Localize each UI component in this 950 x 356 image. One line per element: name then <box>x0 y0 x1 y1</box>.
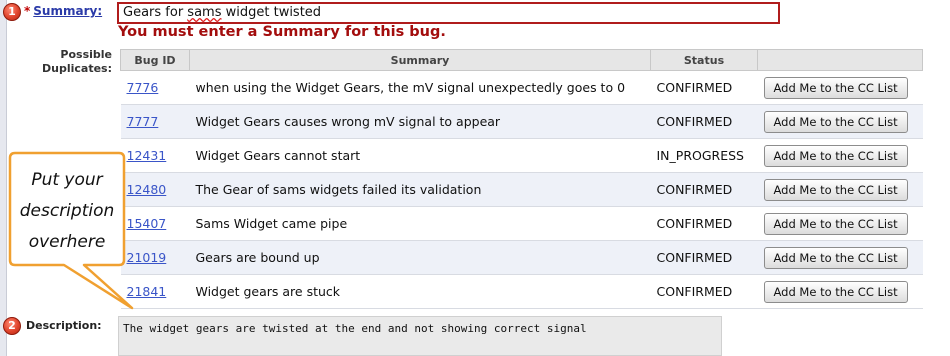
bug-id-cell: 7776 <box>120 70 190 105</box>
summary-input[interactable]: Gears for sams widget twisted <box>117 2 780 24</box>
add-me-to-cc-list-button[interactable]: Add Me to the CC List <box>763 110 908 133</box>
bug-summary-cell: Widget Gears cannot start <box>189 138 651 173</box>
summary-label: * Summary: <box>24 4 102 18</box>
description-textarea[interactable]: The widget gears are twisted at the end … <box>118 316 722 356</box>
action-cell: Add Me to the CC List <box>757 240 923 275</box>
callout-text-line2: description <box>20 201 115 221</box>
add-me-to-cc-list-button[interactable]: Add Me to the CC List <box>763 76 908 99</box>
table-header-row: Bug ID Summary Status <box>120 49 923 71</box>
action-cell: Add Me to the CC List <box>757 172 923 207</box>
column-header-action <box>757 49 923 71</box>
bug-summary-cell: Widget gears are stuck <box>189 274 651 309</box>
step-1-marker: 1 <box>3 3 21 21</box>
action-cell: Add Me to the CC List <box>757 104 923 139</box>
add-me-to-cc-list-button[interactable]: Add Me to the CC List <box>763 212 908 235</box>
required-asterisk: * <box>24 4 31 18</box>
column-header-status: Status <box>650 49 758 71</box>
possible-duplicates-label-line2: Duplicates: <box>42 62 112 75</box>
action-cell: Add Me to the CC List <box>757 274 923 309</box>
bug-status-cell: CONFIRMED <box>650 70 758 105</box>
column-header-summary: Summary <box>189 49 651 71</box>
summary-error-message: You must enter a Summary for this bug. <box>118 24 446 40</box>
summary-help-link[interactable]: Summary: <box>33 4 102 18</box>
description-label: Description: <box>26 319 102 332</box>
table-row: 12431 Widget Gears cannot start IN_PROGR… <box>120 138 923 173</box>
possible-duplicates-label: Possible Duplicates: <box>40 48 112 76</box>
bug-id-cell: 7777 <box>120 104 190 139</box>
add-me-to-cc-list-button[interactable]: Add Me to the CC List <box>763 280 908 303</box>
bug-status-cell: CONFIRMED <box>650 274 758 309</box>
bug-summary-cell: Widget Gears causes wrong mV signal to a… <box>189 104 651 139</box>
table-row: 12480 The Gear of sams widgets failed it… <box>120 172 923 207</box>
add-me-to-cc-list-button[interactable]: Add Me to the CC List <box>763 178 908 201</box>
bug-status-cell: CONFIRMED <box>650 104 758 139</box>
summary-value-misspelled-word: sams <box>187 5 222 20</box>
annotation-callout: Put your description overhere <box>8 151 134 310</box>
action-cell: Add Me to the CC List <box>757 206 923 241</box>
bug-id-link[interactable]: 7776 <box>127 80 159 95</box>
bug-status-cell: CONFIRMED <box>650 172 758 207</box>
summary-value-start: Gears for <box>123 5 188 20</box>
table-row: 21019 Gears are bound up CONFIRMED Add M… <box>120 240 923 275</box>
action-cell: Add Me to the CC List <box>757 70 923 105</box>
table-row: 7776 when using the Widget Gears, the mV… <box>120 70 923 105</box>
add-me-to-cc-list-button[interactable]: Add Me to the CC List <box>763 246 908 269</box>
step-2-marker: 2 <box>3 317 21 335</box>
table-row: 7777 Widget Gears causes wrong mV signal… <box>120 104 923 139</box>
bug-id-link[interactable]: 7777 <box>127 114 159 129</box>
bug-status-cell: CONFIRMED <box>650 206 758 241</box>
summary-value-end: widget twisted <box>221 5 322 20</box>
table-row: 21841 Widget gears are stuck CONFIRMED A… <box>120 274 923 309</box>
bug-summary-cell: Gears are bound up <box>189 240 651 275</box>
callout-text-line3: overhere <box>29 232 106 252</box>
bug-status-cell: CONFIRMED <box>650 240 758 275</box>
possible-duplicates-label-line1: Possible <box>60 48 112 61</box>
action-cell: Add Me to the CC List <box>757 138 923 173</box>
bug-summary-cell: when using the Widget Gears, the mV sign… <box>189 70 651 105</box>
column-header-bug-id: Bug ID <box>120 49 190 71</box>
callout-text-line1: Put your <box>31 170 103 190</box>
possible-duplicates-table: Bug ID Summary Status 7776 when using th… <box>120 49 923 309</box>
bug-status-cell: IN_PROGRESS <box>650 138 758 173</box>
add-me-to-cc-list-button[interactable]: Add Me to the CC List <box>763 144 908 167</box>
bug-summary-cell: Sams Widget came pipe <box>189 206 651 241</box>
bug-summary-cell: The Gear of sams widgets failed its vali… <box>189 172 651 207</box>
table-row: 15407 Sams Widget came pipe CONFIRMED Ad… <box>120 206 923 241</box>
